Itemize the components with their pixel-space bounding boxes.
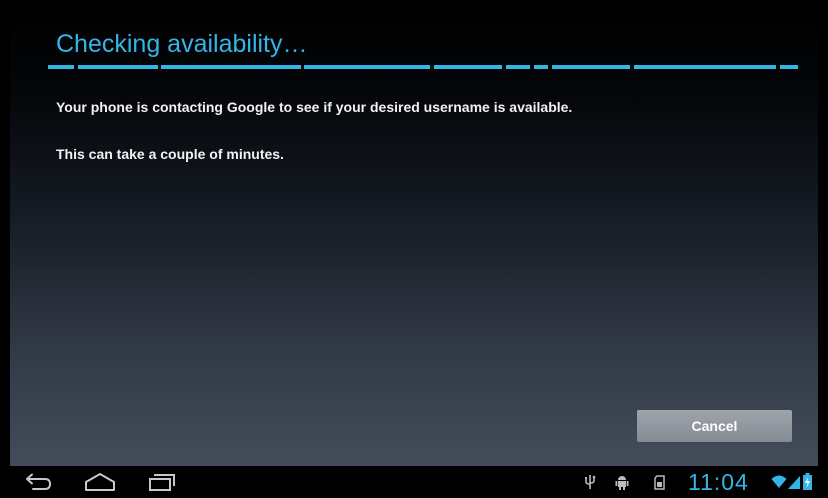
progress-segment	[161, 65, 301, 69]
page-title: Checking availability…	[56, 30, 308, 58]
progress-segment	[506, 65, 530, 69]
progress-segment	[434, 65, 502, 69]
back-button[interactable]	[16, 470, 60, 494]
sd-card-icon	[652, 474, 666, 490]
home-icon	[85, 473, 115, 491]
wifi-icon	[771, 475, 787, 488]
progress-segment	[48, 65, 74, 69]
progress-segment	[780, 65, 798, 69]
recent-apps-icon	[149, 474, 175, 491]
cancel-button[interactable]: Cancel	[637, 410, 792, 442]
back-icon	[26, 473, 51, 490]
wait-message: This can take a couple of minutes.	[56, 146, 284, 162]
indeterminate-progress-bar	[48, 65, 798, 69]
recent-apps-button[interactable]	[140, 470, 184, 494]
setup-dialog: Checking availability… Your phone is con…	[10, 10, 818, 466]
system-bar: 11:04	[0, 466, 828, 498]
status-clock: 11:04	[688, 469, 749, 495]
progress-segment	[78, 65, 158, 69]
android-debug-icon	[615, 474, 629, 490]
tablet-screen: Checking availability… Your phone is con…	[0, 0, 828, 498]
usb-icon	[583, 474, 597, 490]
signal-icon	[788, 476, 800, 489]
home-button[interactable]	[78, 470, 122, 494]
availability-message: Your phone is contacting Google to see i…	[56, 99, 573, 115]
battery-icon	[803, 473, 812, 490]
progress-segment	[304, 65, 430, 69]
progress-segment	[552, 65, 630, 69]
progress-segment	[634, 65, 776, 69]
progress-segment	[534, 65, 548, 69]
